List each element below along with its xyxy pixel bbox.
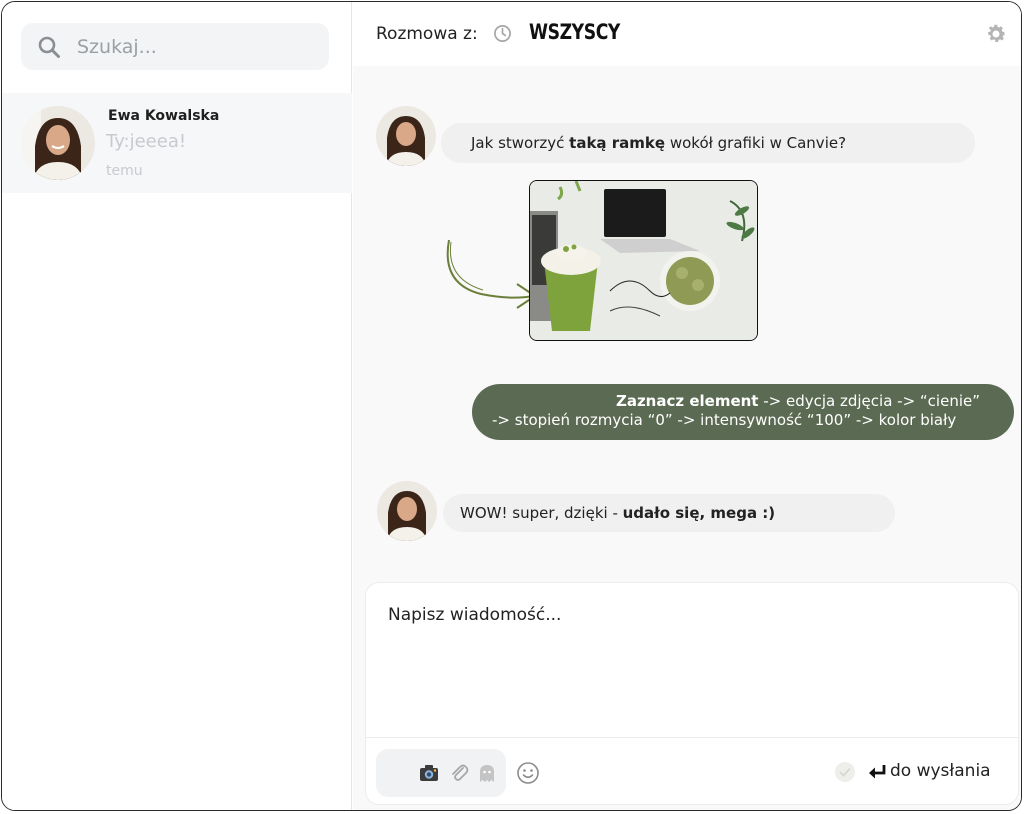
avatar <box>21 106 95 180</box>
emoji-icon[interactable] <box>516 761 540 785</box>
composer-divider <box>366 737 1018 738</box>
gear-icon[interactable] <box>984 22 1008 46</box>
clock-icon <box>494 25 511 42</box>
arrow-decoration <box>446 239 537 309</box>
message-bubble-incoming: Jak stworzyć taką ramkę wokół grafiki w … <box>441 123 975 163</box>
chat-recipient[interactable]: WSZYSCY <box>529 20 620 44</box>
message-line: Zaznacz element -> edycja zdjęcia -> “ci… <box>615 392 980 410</box>
search-box[interactable] <box>21 23 329 70</box>
attachment-tools <box>376 749 506 797</box>
message-time: temu <box>106 163 143 179</box>
avatar <box>376 106 436 166</box>
paperclip-icon[interactable] <box>448 762 470 784</box>
message-composer: do wysłania <box>365 582 1019 805</box>
message-line: -> stopień rozmycia “0” -> intensywność … <box>492 411 957 429</box>
enter-key-icon <box>869 765 886 779</box>
chat-header: Rozmowa z: WSZYSCY <box>353 2 1021 66</box>
sidebar: Ewa Kowalska Ty:jeeea! temu <box>2 2 352 810</box>
app-window: Ewa Kowalska Ty:jeeea! temu Rozmowa z: W… <box>1 1 1022 811</box>
header-label: Rozmowa z: <box>376 24 478 44</box>
search-icon <box>38 36 60 58</box>
message-bubble-incoming: WOW! super, dzięki - udało się, mega :) <box>443 494 895 532</box>
message-bubble-outgoing: Zaznacz element -> edycja zdjęcia -> “ci… <box>472 384 1014 440</box>
message-input[interactable] <box>388 605 988 725</box>
image-graphic <box>530 181 757 340</box>
message-text: Jak stworzyć taką ramkę wokół grafiki w … <box>471 134 847 152</box>
check-icon[interactable] <box>834 761 856 783</box>
avatar <box>377 481 437 541</box>
message-image[interactable] <box>529 180 758 341</box>
camera-icon[interactable] <box>418 762 440 784</box>
contact-name: Ewa Kowalska <box>108 108 220 124</box>
send-hint: do wysłania <box>890 761 991 781</box>
chat-panel: Rozmowa z: WSZYSCY Jak stworzyć taką ram… <box>353 2 1021 810</box>
conversation-item[interactable]: Ewa Kowalska Ty:jeeea! temu <box>2 93 352 193</box>
message-text: WOW! super, dzięki - udało się, mega :) <box>460 504 776 522</box>
message-preview: Ty:jeeea! <box>106 131 187 152</box>
ghost-icon[interactable] <box>476 762 498 784</box>
search-input[interactable] <box>77 35 297 58</box>
